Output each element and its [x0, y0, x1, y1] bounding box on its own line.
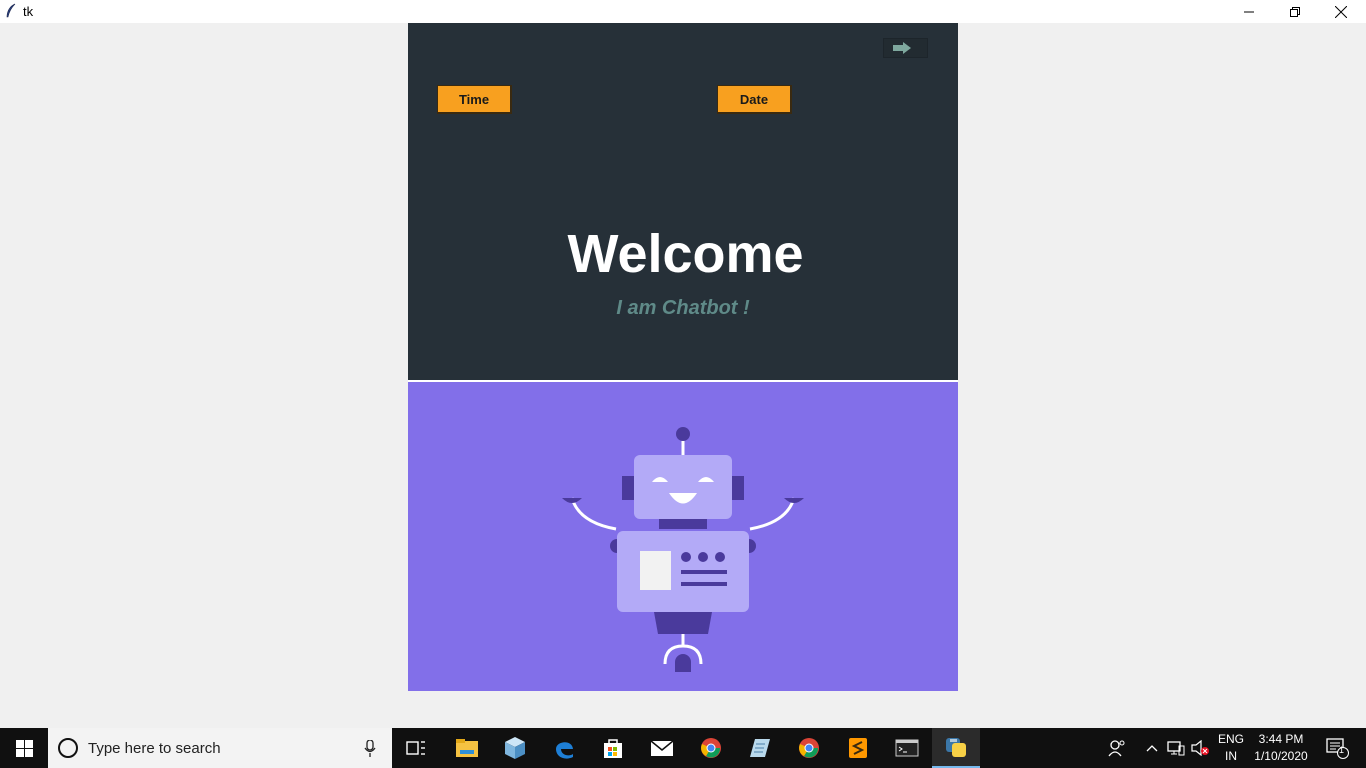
- notification-icon: [1326, 738, 1349, 759]
- close-button[interactable]: [1318, 0, 1364, 23]
- language-code: ENG: [1217, 732, 1244, 746]
- mail-icon: [650, 740, 674, 756]
- python-button[interactable]: [932, 728, 980, 768]
- chrome-button-2[interactable]: [785, 728, 833, 768]
- people-icon: [1108, 740, 1125, 757]
- cube-icon: [505, 737, 525, 759]
- notepad-button[interactable]: [736, 728, 784, 768]
- window-title: tk: [23, 4, 34, 19]
- exit-button[interactable]: [883, 38, 928, 58]
- feather-icon: [6, 3, 16, 18]
- minimize-button[interactable]: [1226, 0, 1272, 23]
- chatbot-app: Time Date Welcome I am Chatbot !: [408, 23, 958, 691]
- welcome-text: Welcome: [567, 224, 804, 284]
- task-view-button[interactable]: [392, 728, 440, 768]
- microphone-icon[interactable]: [364, 740, 376, 757]
- time-button[interactable]: Time: [437, 85, 512, 114]
- volume-button[interactable]: [1188, 728, 1212, 768]
- start-button[interactable]: [0, 728, 48, 768]
- chrome-icon: [701, 738, 721, 758]
- restore-button[interactable]: [1272, 0, 1318, 23]
- clock-time: 3:44 PM: [1258, 732, 1304, 746]
- cortana-icon: [58, 738, 78, 758]
- chrome-icon: [799, 738, 819, 758]
- robot-illustration: [562, 427, 804, 672]
- date-button[interactable]: Date: [717, 85, 792, 114]
- terminal-icon: [895, 739, 919, 757]
- language-region: IN: [1225, 749, 1237, 763]
- task-view-icon: [406, 741, 425, 755]
- network-button[interactable]: [1164, 728, 1188, 768]
- sublime-text-icon: [849, 738, 867, 758]
- taskbar-search-box[interactable]: Type here to search: [48, 728, 392, 768]
- store-button[interactable]: [589, 728, 637, 768]
- people-button[interactable]: [1093, 728, 1141, 768]
- language-indicator[interactable]: ENG IN: [1214, 731, 1248, 765]
- store-icon: [604, 739, 622, 758]
- file-explorer-button[interactable]: [443, 728, 491, 768]
- robot-panel: [408, 382, 958, 691]
- close-icon: [1335, 5, 1347, 18]
- clock-date: 1/10/2020: [1254, 749, 1308, 763]
- folder-icon: [456, 739, 478, 757]
- taskbar: Type here to search ENG IN 3:44 PM 1/10/…: [0, 728, 1366, 768]
- sublime-text-button[interactable]: [834, 728, 882, 768]
- welcome-heading: Welcome: [408, 223, 958, 285]
- volume-muted-icon: [1191, 740, 1209, 756]
- chevron-up-icon: [1146, 745, 1158, 752]
- terminal-button[interactable]: [883, 728, 931, 768]
- edge-browser-button[interactable]: [540, 728, 588, 768]
- minimize-icon: [1244, 11, 1254, 12]
- search-placeholder: Type here to search: [88, 740, 221, 757]
- clock[interactable]: 3:44 PM 1/10/2020: [1250, 731, 1312, 765]
- header-panel: Time Date Welcome I am Chatbot !: [408, 23, 958, 380]
- notepad-icon: [750, 739, 770, 757]
- chrome-button-1[interactable]: [687, 728, 735, 768]
- 3d-viewer-button[interactable]: [491, 728, 539, 768]
- edge-icon: [556, 742, 573, 759]
- mail-button[interactable]: [638, 728, 686, 768]
- windows-logo-icon: [15, 739, 33, 757]
- action-center-button[interactable]: 1: [1318, 728, 1358, 768]
- arrow-right-icon: [893, 42, 911, 54]
- window-titlebar: tk: [0, 0, 1366, 23]
- notification-count: 1: [1339, 745, 1345, 755]
- network-icon: [1167, 741, 1185, 756]
- chatbot-subtitle: I am Chatbot !: [616, 297, 750, 319]
- restore-icon: [1290, 6, 1300, 17]
- show-hidden-icons-button[interactable]: [1140, 728, 1164, 768]
- python-feather-icon: [946, 738, 966, 757]
